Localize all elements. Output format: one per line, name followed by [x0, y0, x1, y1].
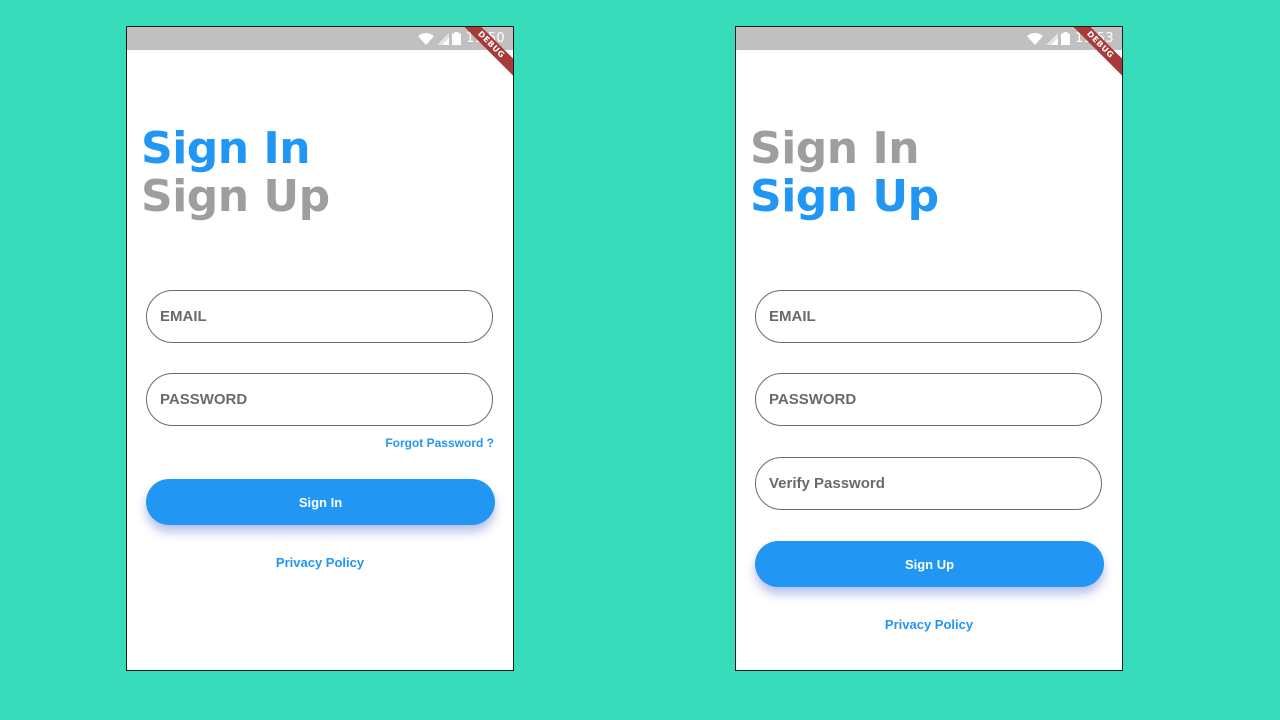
password-input[interactable] [767, 390, 1101, 409]
sign-in-screen: 11:50 DEBUG Sign In Sign Up Forgot Passw… [126, 26, 514, 671]
email-input[interactable] [767, 307, 1101, 326]
wifi-icon [418, 32, 435, 45]
password-field [146, 373, 493, 426]
tab-sign-up[interactable]: Sign Up [141, 173, 330, 221]
tab-sign-up[interactable]: Sign Up [750, 173, 939, 221]
signal-icon [437, 32, 450, 45]
status-bar: 11:53 [736, 27, 1122, 50]
email-field [755, 290, 1102, 343]
status-bar: 11:50 [127, 27, 513, 50]
privacy-policy-link[interactable]: Privacy Policy [736, 617, 1122, 632]
password-input[interactable] [158, 390, 492, 409]
email-input[interactable] [158, 307, 492, 326]
tab-sign-in[interactable]: Sign In [141, 125, 311, 173]
signal-icon [1046, 32, 1059, 45]
privacy-policy-link[interactable]: Privacy Policy [127, 555, 513, 570]
battery-icon [452, 32, 462, 45]
email-field [146, 290, 493, 343]
verify-password-input[interactable] [767, 474, 1101, 493]
verify-password-field [755, 457, 1102, 510]
forgot-password-link[interactable]: Forgot Password ? [385, 436, 494, 450]
password-field [755, 373, 1102, 426]
tab-sign-in[interactable]: Sign In [750, 125, 920, 173]
sign-up-button[interactable]: Sign Up [755, 541, 1104, 587]
sign-in-button[interactable]: Sign In [146, 479, 495, 525]
sign-up-screen: 11:53 DEBUG Sign In Sign Up Sign Up Priv… [735, 26, 1123, 671]
wifi-icon [1027, 32, 1044, 45]
battery-icon [1061, 32, 1071, 45]
